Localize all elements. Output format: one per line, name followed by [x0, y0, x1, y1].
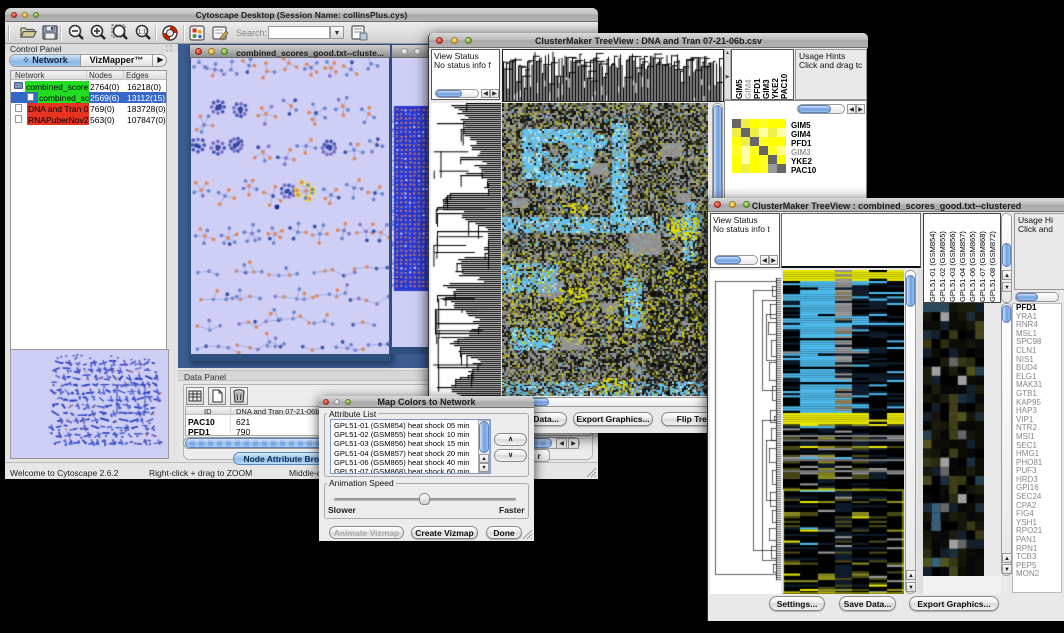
svg-text:1:1: 1:1 [138, 30, 147, 36]
